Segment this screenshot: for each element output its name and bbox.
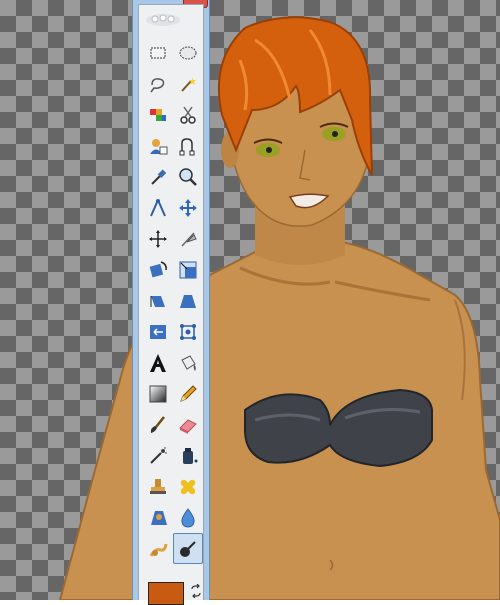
scissors-select-icon[interactable] bbox=[173, 99, 203, 130]
paths-icon[interactable] bbox=[173, 130, 203, 161]
image-canvas[interactable] bbox=[0, 0, 500, 600]
heal-icon[interactable] bbox=[173, 471, 203, 502]
fuzzy-select-icon[interactable] bbox=[173, 68, 203, 99]
rotate-icon[interactable] bbox=[143, 254, 173, 285]
ink-icon[interactable] bbox=[173, 440, 203, 471]
perspective-clone-icon[interactable] bbox=[143, 502, 173, 533]
scale-icon[interactable] bbox=[173, 254, 203, 285]
airbrush-icon[interactable] bbox=[143, 440, 173, 471]
move-icon[interactable] bbox=[173, 192, 203, 223]
rect-select-icon[interactable] bbox=[143, 37, 173, 68]
clone-icon[interactable] bbox=[143, 471, 173, 502]
cage-transform-icon[interactable] bbox=[173, 316, 203, 347]
zoom-icon[interactable] bbox=[173, 161, 203, 192]
free-select-icon[interactable] bbox=[143, 68, 173, 99]
character-illustration bbox=[58, 16, 500, 600]
blend-icon[interactable] bbox=[143, 378, 173, 409]
blur-sharpen-icon[interactable] bbox=[173, 502, 203, 533]
ellipse-select-icon[interactable] bbox=[173, 37, 203, 68]
text-icon[interactable] bbox=[143, 347, 173, 378]
toolbox-panel bbox=[138, 4, 204, 605]
color-picker-icon[interactable] bbox=[143, 161, 173, 192]
eraser-icon[interactable] bbox=[173, 409, 203, 440]
pencil-icon[interactable] bbox=[173, 378, 203, 409]
wilber-logo bbox=[146, 14, 180, 26]
align-icon[interactable] bbox=[143, 223, 173, 254]
foreground-select-icon[interactable] bbox=[143, 130, 173, 161]
select-by-color-icon[interactable] bbox=[143, 99, 173, 130]
paintbrush-icon[interactable] bbox=[143, 409, 173, 440]
swap-colors-icon[interactable] bbox=[189, 584, 203, 598]
smudge-icon[interactable] bbox=[143, 533, 173, 564]
dodge-burn-icon[interactable] bbox=[173, 533, 203, 564]
tool-grid bbox=[143, 37, 203, 564]
bucket-fill-icon[interactable] bbox=[173, 347, 203, 378]
perspective-icon[interactable] bbox=[173, 285, 203, 316]
toolbox-window bbox=[132, 0, 210, 605]
shear-icon[interactable] bbox=[143, 285, 173, 316]
crop-icon[interactable] bbox=[173, 223, 203, 254]
measure-icon[interactable] bbox=[143, 192, 173, 223]
flip-icon[interactable] bbox=[143, 316, 173, 347]
foreground-color-swatch[interactable] bbox=[148, 582, 184, 605]
